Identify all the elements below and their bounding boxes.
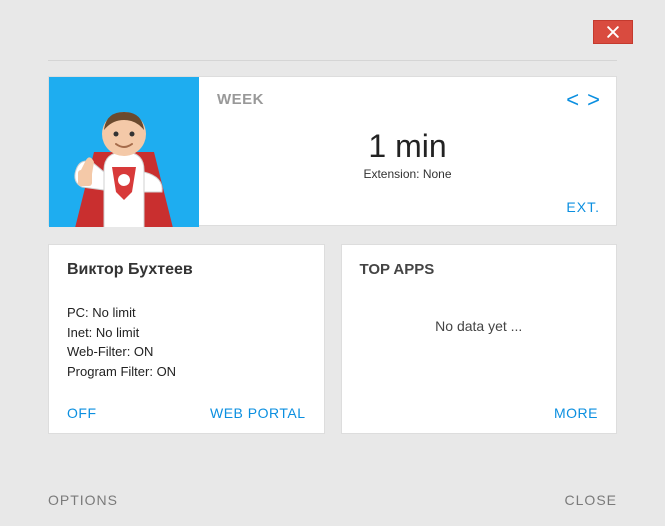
web-portal-link[interactable]: WEB PORTAL [210, 405, 306, 421]
user-card: Виктор Бухтеев PC: No limit Inet: No lim… [48, 244, 325, 434]
time-value: 1 min [217, 128, 598, 165]
options-link[interactable]: OPTIONS [48, 492, 118, 508]
divider [48, 60, 617, 61]
limit-progfilter: Program Filter: ON [67, 362, 306, 382]
limit-inet: Inet: No limit [67, 323, 306, 343]
window-close-button[interactable] [593, 20, 633, 44]
hero-avatar-icon [54, 92, 194, 227]
user-name: Виктор Бухтеев [67, 261, 306, 279]
summary-card: WEEK < > 1 min Extension: None EXT. [48, 76, 617, 226]
top-apps-card: TOP APPS No data yet ... MORE [341, 244, 618, 434]
top-apps-title: TOP APPS [360, 261, 599, 278]
period-label: WEEK [217, 91, 598, 108]
extension-link[interactable]: EXT. [566, 199, 600, 215]
extension-label: Extension: None [217, 167, 598, 181]
avatar [49, 77, 199, 227]
limit-pc: PC: No limit [67, 303, 306, 323]
top-apps-empty: No data yet ... [360, 318, 599, 334]
prev-period-button[interactable]: < [566, 87, 579, 113]
close-icon [607, 26, 619, 38]
off-link[interactable]: OFF [67, 405, 97, 421]
close-link[interactable]: CLOSE [565, 492, 617, 508]
next-period-button[interactable]: > [587, 87, 600, 113]
limit-webfilter: Web-Filter: ON [67, 342, 306, 362]
more-link[interactable]: MORE [554, 405, 598, 421]
